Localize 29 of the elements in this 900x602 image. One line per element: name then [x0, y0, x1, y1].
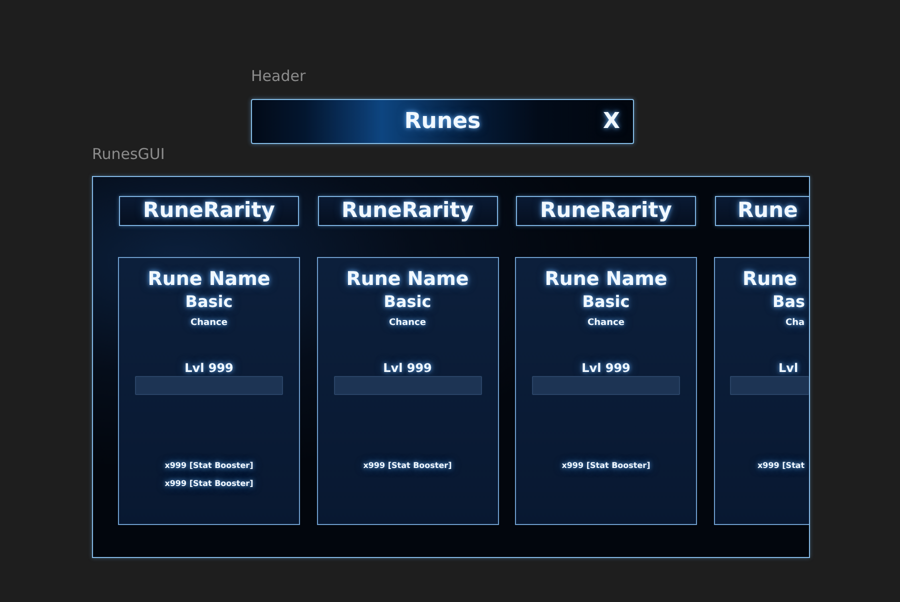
- rune-name: Rune Name: [148, 267, 270, 291]
- level-label: Lvl 999: [582, 360, 630, 376]
- rarity-header: RuneRarity: [119, 196, 299, 226]
- chance-label: Chance: [389, 317, 426, 330]
- booster-text: x999 [Stat Booster]: [164, 460, 254, 472]
- rarity-header: Rune: [714, 196, 809, 226]
- level-label: Lvl 999: [184, 360, 234, 376]
- booster-text: x999 [Stat Booster]: [562, 460, 650, 472]
- level-label: Lvl: [778, 360, 798, 376]
- rarity-text: Basic: [384, 291, 432, 313]
- frame-label: RunesGUI: [92, 144, 165, 164]
- booster-text: x999 [Stat: [758, 460, 805, 472]
- booster-text: x999 [Stat Booster]: [363, 460, 452, 472]
- rarity-text: Basic: [582, 291, 630, 313]
- rune-name: Rune Name: [346, 267, 469, 291]
- rarity-header: RuneRarity: [516, 196, 696, 226]
- level-label: Lvl 999: [383, 360, 432, 376]
- chance-label: Cha: [786, 317, 805, 330]
- rune-name: Rune Name: [544, 267, 668, 291]
- rarity-text: Bas: [772, 291, 806, 313]
- rune-name: Rune: [742, 267, 798, 291]
- chance-label: Chance: [190, 317, 228, 330]
- chance-label: Chance: [588, 317, 624, 330]
- header-title: Runes: [404, 108, 481, 136]
- rarity-header: RuneRarity: [318, 196, 498, 226]
- rarity-text: Basic: [185, 291, 233, 313]
- booster-text: x999 [Stat Booster]: [164, 478, 254, 490]
- close-button[interactable]: X: [601, 108, 622, 134]
- frame-label: Header: [251, 66, 306, 86]
